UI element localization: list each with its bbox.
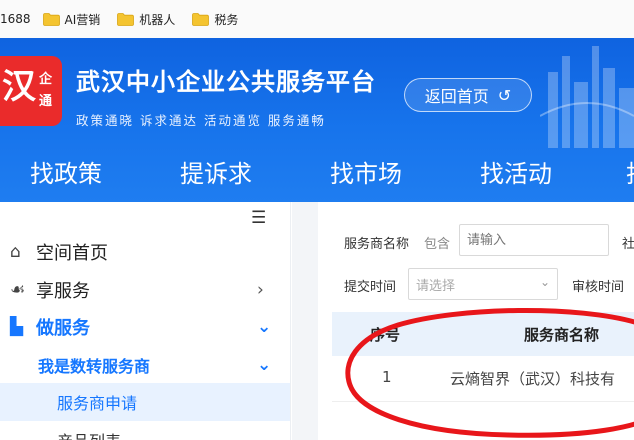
chevron-down-icon: ⌄ (257, 317, 272, 337)
back-home-button[interactable]: 返回首页 ↺ (404, 78, 532, 112)
bookmark-label: 1688 (0, 12, 31, 26)
folder-icon (117, 12, 135, 26)
main-nav: 找政策 提诉求 找市场 找活动 找 (0, 146, 634, 202)
site-header: 汉 企 通 武汉中小企业公共服务平台 政策通晓 诉求通达 活动通览 服务通畅 返… (0, 38, 634, 202)
truncated-filter-label: 社 (622, 237, 634, 252)
nav-find-activity[interactable]: 找活动 (480, 154, 552, 189)
hand-icon: ☙ (10, 280, 26, 300)
sidebar-item-do-service[interactable]: ▙ 做服务 ⌄ (0, 309, 290, 345)
sidebar: ☰ ⌂ 空间首页 ☙ 享服务 › ▙ 做服务 ⌄ 我是数转服务商 ⌄ 服务商申请… (0, 202, 291, 440)
provider-name-label: 服务商名称 (344, 237, 410, 252)
review-time-label: 审核时间 (572, 280, 625, 295)
sidebar-item-label: 做服务 (36, 318, 90, 339)
chevron-right-icon: › (257, 280, 264, 300)
home-icon: ⌂ (10, 242, 21, 262)
submit-time-placeholder: 请选择 (416, 278, 456, 294)
submit-time-label: 提交时间 (344, 280, 397, 295)
sidebar-item-space-home[interactable]: ⌂ 空间首页 (0, 234, 290, 270)
sidebar-item-label: 享服务 (36, 281, 90, 302)
back-home-label: 返回首页 (424, 87, 489, 106)
city-skyline-image (540, 46, 634, 148)
folder-icon (192, 12, 210, 26)
chevron-down-icon: ⌄ (539, 275, 550, 289)
bookmark-tax[interactable]: 税务 (192, 11, 238, 28)
bookmarks-bar: 1688 AI营销 机器人 税务 (0, 0, 634, 38)
sidebar-item-provider-application[interactable]: 服务商申请 (0, 383, 290, 421)
provider-name-input[interactable] (459, 224, 609, 256)
annotation-ellipse (345, 308, 634, 438)
bookmark-label: 税务 (214, 12, 239, 27)
bookmark-1688[interactable]: 1688 (0, 12, 31, 26)
submit-time-select[interactable]: 请选择 ⌄ (408, 268, 558, 300)
bookmark-label: 机器人 (139, 12, 176, 27)
chevron-down-icon: ⌄ (257, 355, 272, 375)
site-logo[interactable]: 汉 企 通 (0, 56, 62, 126)
match-mode-label[interactable]: 包含 (424, 233, 450, 252)
return-arrow-icon: ↺ (497, 85, 512, 105)
sidebar-item-label: 服务商申请 (57, 394, 138, 413)
sidebar-item-label: 产品列表 (57, 428, 121, 440)
hamburger-menu-icon[interactable]: ☰ (251, 208, 266, 228)
nav-find-policy[interactable]: 找政策 (30, 154, 102, 189)
bookmark-ai-marketing[interactable]: AI营销 (42, 11, 101, 28)
folder-icon (42, 12, 60, 26)
nav-find-market[interactable]: 找市场 (330, 154, 402, 189)
sidebar-submenu-label: 我是数转服务商 (38, 357, 151, 376)
sidebar-item-label: 空间首页 (36, 243, 108, 264)
nav-submit-request[interactable]: 提诉求 (180, 154, 252, 189)
logo-small-char-bottom: 通 (39, 94, 53, 109)
sidebar-submenu-digital-provider[interactable]: 我是数转服务商 ⌄ (0, 347, 290, 383)
sidebar-item-product-list[interactable]: 产品列表 (0, 421, 290, 440)
nav-item-truncated[interactable]: 找 (626, 154, 634, 189)
building-icon: ▙ (10, 317, 24, 337)
sidebar-item-enjoy-service[interactable]: ☙ 享服务 › (0, 272, 290, 308)
logo-small-char-top: 企 (39, 72, 53, 87)
site-subtitle: 政策通晓 诉求通达 活动通览 服务通畅 (76, 113, 326, 128)
bookmark-robot[interactable]: 机器人 (117, 11, 175, 28)
logo-main-char: 汉 (2, 67, 36, 107)
bookmark-label: AI营销 (64, 12, 101, 27)
site-title: 武汉中小企业公共服务平台 (76, 68, 376, 96)
